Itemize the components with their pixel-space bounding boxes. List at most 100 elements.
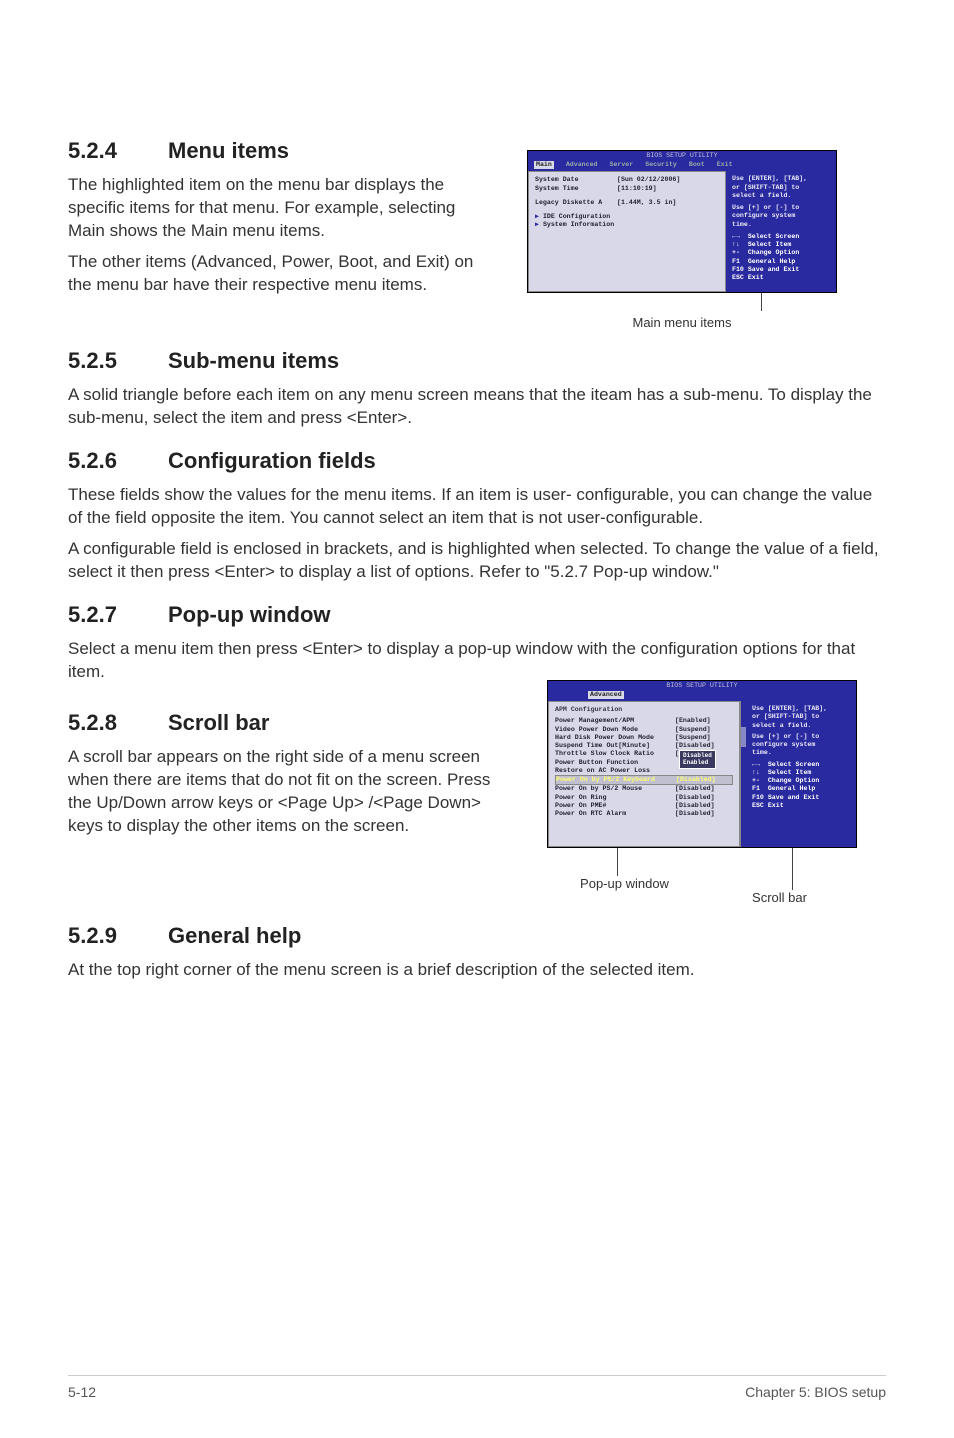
bios2-item-val: [Disabled]	[676, 776, 716, 784]
bios2-help-l3: select a field.	[752, 722, 852, 730]
heading-529: 5.2.9General help	[68, 923, 886, 949]
bios1-title: BIOS SETUP UTILITY	[528, 151, 836, 161]
bios2-item-row: Power On PME#[Disabled]	[555, 802, 733, 810]
bios2-popup-o1: Disabled	[683, 752, 712, 759]
bios1-k1b: Select Screen	[748, 233, 799, 240]
sectitle-525: Sub-menu items	[168, 348, 339, 373]
bios2-menubar: Advanced	[548, 691, 856, 701]
bios2-item-key: Restore on AC Power Loss	[555, 767, 675, 775]
bios2-item-val: [Suspend]	[675, 726, 711, 734]
secnum-525: 5.2.5	[68, 348, 168, 374]
secnum-524: 5.2.4	[68, 138, 168, 164]
bios2-item-key: Power On by PS/2 Mouse	[555, 785, 675, 793]
secnum-527: 5.2.7	[68, 602, 168, 628]
bios1-sysdate-v: [Sun 02/12/2006]	[617, 176, 680, 184]
bios1-sysdate-k: System Date	[535, 176, 617, 184]
bios1-k6b: Exit	[748, 274, 764, 281]
bios1-tab-adv: Advanced	[566, 161, 598, 169]
pointer-line	[617, 848, 702, 876]
bios1-help-l2: or [SHIFT-TAB] to	[732, 184, 832, 192]
bios2-item-key: Power Management/APM	[555, 717, 675, 725]
pointer-line	[761, 293, 762, 311]
bios2-popup: Disabled Enabled	[679, 750, 716, 768]
caption-scrollbar: Scroll bar	[702, 890, 857, 905]
bios1-help-l1: Use [ENTER], [TAB],	[732, 175, 832, 183]
bios2-item-key: Power On RTC Alarm	[555, 810, 675, 818]
bios1-k3b: Change Option	[748, 249, 799, 256]
bios2-title: BIOS SETUP UTILITY	[548, 681, 856, 691]
bios2-k6b: Exit	[768, 802, 784, 809]
bios2-item-row: Power On by PS/2 Mouse[Disabled]	[555, 785, 733, 793]
bios1-k4a: F1	[732, 258, 740, 265]
bios2-item-row: Hard Disk Power Down Mode[Suspend]	[555, 734, 733, 742]
bios2-k5b: Save and Exit	[768, 794, 819, 801]
bios1-left-pane: System Date[Sun 02/12/2006] System Time[…	[528, 171, 726, 292]
bios1-legacy-k: Legacy Diskette A	[535, 199, 617, 207]
bios1-help-l5: configure system	[732, 212, 832, 220]
bios2-item-row: Power Management/APM[Enabled]	[555, 717, 733, 725]
bios2-popup-o2: Enabled	[683, 759, 712, 766]
bios2-header: APM Configuration	[555, 706, 733, 714]
bios1-sysinfo: System Information	[543, 221, 614, 228]
bios2-item-val: [Disabled]	[675, 810, 715, 818]
bios2-item-key: Throttle Slow Clock Ratio	[555, 750, 675, 758]
bios2-k1a: ←→	[752, 761, 760, 768]
para-526a: These fields show the values for the men…	[68, 484, 886, 530]
bios1-systime-k: System Time	[535, 185, 617, 193]
caption-popup: Pop-up window	[547, 876, 702, 891]
bios1-k3a: +-	[732, 249, 740, 256]
bios2-tab-adv: Advanced	[588, 691, 624, 699]
para-525: A solid triangle before each item on any…	[68, 384, 886, 430]
bios2-right-pane: Use [ENTER], [TAB], or [SHIFT-TAB] to se…	[746, 701, 856, 847]
footer-left: 5-12	[68, 1384, 96, 1400]
bios-screenshot-popup: BIOS SETUP UTILITY Advanced APM Configur…	[547, 680, 857, 849]
bios2-k4b: General Help	[768, 785, 815, 792]
secnum-526: 5.2.6	[68, 448, 168, 474]
bios2-item-val: [Disabled]	[675, 802, 715, 810]
caption-mainmenu: Main menu items	[633, 315, 732, 330]
bios2-item-row: Power On by PS/2 Keyboard[Disabled]	[555, 775, 733, 785]
sectitle-524: Menu items	[168, 138, 289, 163]
bios2-item-key: Suspend Time Out[Minute]	[555, 742, 675, 750]
bios2-item-row: Power On RTC Alarm[Disabled]	[555, 810, 733, 818]
bios1-k1a: ←→	[732, 233, 740, 240]
bios1-ide: IDE Configuration	[543, 213, 610, 220]
bios2-help-l5: configure system	[752, 741, 852, 749]
pointer-line	[792, 848, 857, 890]
bios2-item-row: Power On Ring[Disabled]	[555, 794, 733, 802]
bios2-item-key: Power On Ring	[555, 794, 675, 802]
secnum-529: 5.2.9	[68, 923, 168, 949]
bios-screenshot-main: BIOS SETUP UTILITY Main Advanced Server …	[527, 150, 837, 293]
bios1-tab-boot: Boot	[689, 161, 705, 169]
bios2-item-row: Suspend Time Out[Minute][Disabled]	[555, 742, 733, 750]
sectitle-528: Scroll bar	[168, 710, 269, 735]
bios1-tab-main: Main	[534, 161, 554, 169]
para-524a: The highlighted item on the menu bar dis…	[68, 174, 478, 243]
para-527: Select a menu item then press <Enter> to…	[68, 638, 886, 684]
bios1-k2b: Select Item	[748, 241, 792, 248]
sectitle-527: Pop-up window	[168, 602, 331, 627]
bios1-help-l6: time.	[732, 221, 832, 229]
para-526b: A configurable field is enclosed in brac…	[68, 538, 886, 584]
bios1-legacy-v: [1.44M, 3.5 in]	[617, 199, 676, 207]
bios2-item-val: [Disabled]	[675, 742, 715, 750]
para-524b: The other items (Advanced, Power, Boot, …	[68, 251, 478, 297]
bios2-k4a: F1	[752, 785, 760, 792]
heading-524: 5.2.4Menu items	[68, 138, 478, 164]
heading-528: 5.2.8Scroll bar	[68, 710, 518, 736]
bios1-help-l4: Use [+] or [-] to	[732, 204, 832, 212]
bios2-item-val: [Enabled]	[675, 717, 711, 725]
triangle-icon: ▶	[535, 221, 543, 228]
sectitle-529: General help	[168, 923, 301, 948]
triangle-icon: ▶	[535, 213, 543, 220]
bios2-item-val: [Disabled]	[675, 794, 715, 802]
bios1-tab-exit: Exit	[717, 161, 733, 169]
bios2-help-l4: Use [+] or [-] to	[752, 733, 852, 741]
bios1-k6a: ESC	[732, 274, 744, 281]
footer-right: Chapter 5: BIOS setup	[745, 1384, 886, 1400]
bios2-help-l1: Use [ENTER], [TAB],	[752, 705, 852, 713]
heading-525: 5.2.5Sub-menu items	[68, 348, 886, 374]
bios1-k4b: General Help	[748, 258, 795, 265]
page-footer: 5-12 Chapter 5: BIOS setup	[68, 1375, 886, 1400]
bios2-k3a: +-	[752, 777, 760, 784]
